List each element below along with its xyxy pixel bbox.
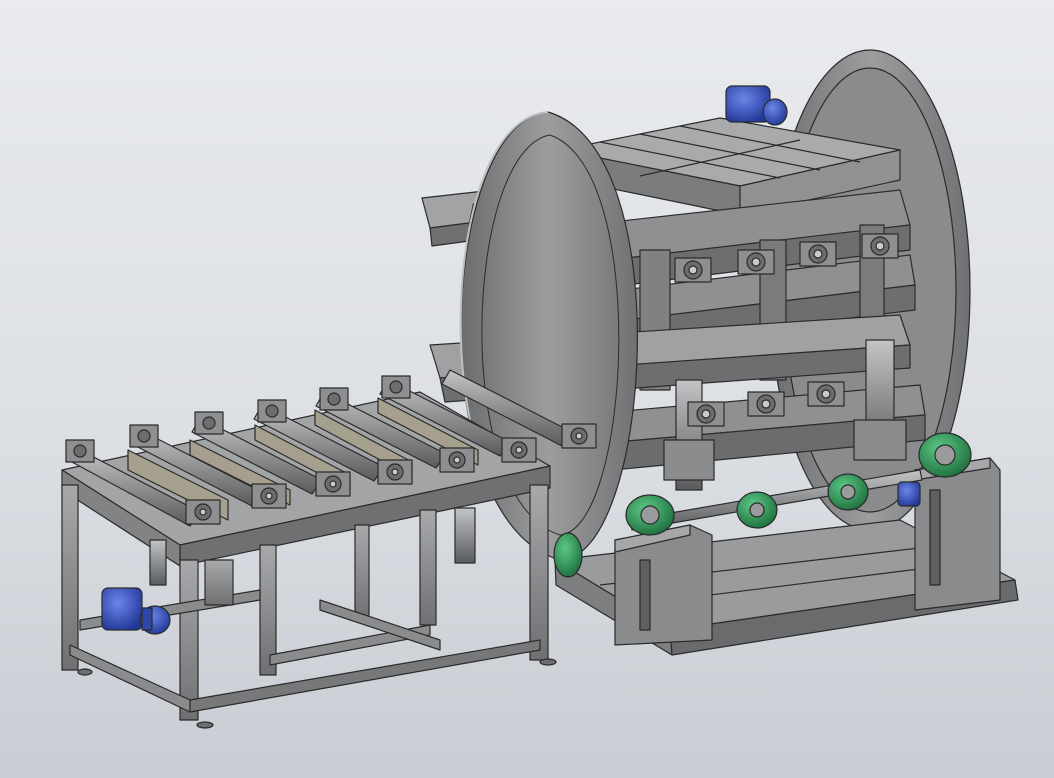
bearing-block-icon: [251, 483, 287, 509]
rotator-base-frame: [554, 457, 1019, 656]
bearing-block-icon: [194, 411, 224, 435]
bearing-block-icon: [747, 391, 785, 417]
bearing-block-icon: [257, 399, 287, 423]
motor-icon: [101, 587, 171, 635]
bearing-block-icon: [674, 257, 712, 283]
bearing-block-icon: [377, 459, 413, 485]
bearing-block-icon: [439, 447, 475, 473]
motor-icon: [897, 481, 921, 507]
motor-icon: [725, 85, 788, 126]
bearing-block-icon: [315, 471, 351, 497]
bearing-block-icon: [553, 532, 583, 578]
bearing-block-icon: [185, 499, 221, 525]
bearing-block-icon: [561, 423, 597, 449]
bearing-block-icon: [129, 424, 159, 448]
bearing-block-icon: [319, 387, 349, 411]
bearing-block-icon: [65, 439, 95, 463]
bearing-block-icon: [737, 249, 775, 275]
bearing-block-icon: [807, 381, 845, 407]
bearing-block-icon: [381, 375, 411, 399]
bearing-block-icon: [918, 432, 972, 478]
cad-viewport[interactable]: [0, 0, 1054, 778]
bearing-block-icon: [861, 233, 899, 259]
bearing-block-icon: [625, 494, 675, 536]
bearing-block-icon: [501, 437, 537, 463]
bearing-block-icon: [687, 401, 725, 427]
bearing-block-icon: [799, 241, 837, 267]
cad-model-render: [61, 49, 1019, 729]
bearing-block-icon: [736, 491, 778, 529]
bearing-block-icon: [827, 473, 869, 511]
